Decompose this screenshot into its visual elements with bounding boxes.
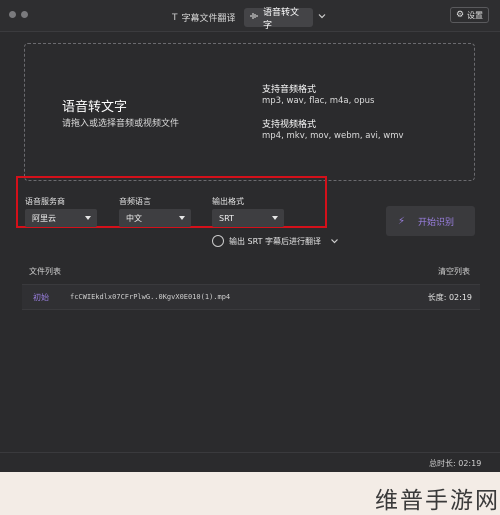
total-duration: 总时长: 02:19 — [429, 459, 482, 468]
file-name: fcCWIEkdlx07CFrPlwG..0KgvX0E010(1).mp4 — [70, 293, 231, 301]
format-value: SRT — [219, 213, 234, 223]
tab-subtitle-translate[interactable]: T 字幕文件翻译 — [166, 8, 242, 27]
video-formats-list: mp4, mkv, mov, webm, avi, wmv — [262, 131, 404, 141]
tab-label: 字幕文件翻译 — [181, 14, 236, 24]
translate-option-label: 输出 SRT 字幕后进行翻译 — [229, 237, 322, 246]
lightning-icon: ⚡ — [398, 215, 406, 227]
settings-button[interactable]: ⚙ 设置 — [450, 7, 489, 23]
audio-formats-heading: 支持音频格式 — [262, 85, 317, 95]
language-value: 中文 — [126, 213, 142, 223]
caret-down-icon — [179, 216, 185, 220]
chevron-down-icon[interactable] — [317, 11, 327, 21]
watermark-text: 维普手游网 — [375, 488, 500, 514]
format-label: 输出格式 — [212, 197, 244, 206]
file-status: 初始 — [33, 293, 49, 302]
caret-down-icon — [272, 216, 278, 220]
table-row[interactable]: 初始 fcCWIEkdlx07CFrPlwG..0KgvX0E010(1).mp… — [22, 284, 480, 310]
gear-icon: ⚙ — [455, 10, 465, 20]
language-select[interactable]: 中文 — [119, 209, 191, 227]
format-select[interactable]: SRT — [212, 209, 284, 227]
video-formats-heading: 支持视频格式 — [262, 120, 317, 130]
dropzone-subtitle: 请拖入或选择音频或视频文件 — [62, 119, 180, 129]
caret-down-icon — [85, 216, 91, 220]
tab-speech-to-text[interactable]: 语音转文字 — [244, 8, 313, 31]
footer-divider — [0, 452, 500, 453]
clear-list-button[interactable]: 清空列表 — [438, 266, 470, 277]
translate-radio[interactable] — [212, 235, 224, 247]
chevron-down-icon[interactable] — [330, 237, 339, 245]
window-control-dot[interactable] — [9, 11, 16, 18]
provider-select[interactable]: 阿里云 — [25, 209, 97, 227]
start-button-label: 开始识别 — [418, 217, 455, 228]
app-window: T 字幕文件翻译 语音转文字 ⚙ 设置 语音转文字 请拖入或选择音频或视频文件 … — [0, 0, 500, 472]
file-duration: 长度: 02:19 — [427, 293, 472, 302]
file-list-title: 文件列表 — [29, 267, 61, 276]
tab-label: 语音转文字 — [263, 7, 300, 31]
waveform-icon — [250, 12, 259, 23]
language-label: 音频语言 — [119, 197, 151, 206]
audio-formats-list: mp3, wav, flac, m4a, opus — [262, 96, 375, 106]
start-recognition-button[interactable]: ⚡ 开始识别 — [386, 206, 475, 236]
window-control-dot[interactable] — [21, 11, 28, 18]
titlebar: T 字幕文件翻译 语音转文字 ⚙ 设置 — [0, 0, 500, 32]
text-icon: T — [172, 12, 178, 23]
provider-value: 阿里云 — [32, 213, 56, 223]
dropzone-title: 语音转文字 — [62, 100, 128, 115]
settings-label: 设置 — [467, 10, 484, 20]
provider-label: 语音服务商 — [25, 197, 65, 206]
